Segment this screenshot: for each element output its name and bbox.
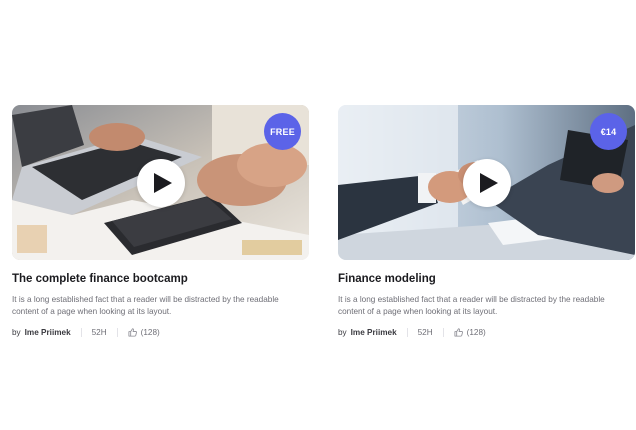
divider xyxy=(406,327,408,337)
price-badge: FREE xyxy=(264,113,301,150)
likes-count: (128) xyxy=(466,327,486,337)
play-button[interactable] xyxy=(462,158,511,207)
likes[interactable]: (128) xyxy=(128,328,160,337)
thumbs-up-icon xyxy=(128,327,137,337)
course-card[interactable]: €14 Finance modeling It is a long establ… xyxy=(338,105,635,338)
course-title[interactable]: The complete finance bootcamp xyxy=(12,272,309,286)
course-thumbnail[interactable]: FREE xyxy=(12,105,309,260)
by-label: by xyxy=(12,327,21,337)
by-label: by xyxy=(338,327,347,337)
course-title[interactable]: Finance modeling xyxy=(338,272,635,286)
course-thumbnail[interactable]: €14 xyxy=(338,105,635,260)
author-name[interactable]: Ime Priimek xyxy=(351,328,397,337)
divider xyxy=(116,327,118,337)
divider xyxy=(442,327,444,337)
course-meta: by Ime Priimek 52H (128) xyxy=(12,326,309,338)
play-icon xyxy=(153,172,172,193)
divider xyxy=(80,327,82,337)
course-description: It is a long established fact that a rea… xyxy=(12,295,279,316)
course-meta: by Ime Priimek 52H (128) xyxy=(338,326,635,338)
likes[interactable]: (128) xyxy=(454,328,486,337)
thumbs-up-icon xyxy=(454,327,463,337)
price-badge: €14 xyxy=(590,113,627,150)
course-description: It is a long established fact that a rea… xyxy=(338,295,605,316)
course-card[interactable]: FREE The complete finance bootcamp It is… xyxy=(12,105,309,338)
play-icon xyxy=(479,172,498,193)
course-duration: 52H xyxy=(417,327,433,337)
likes-count: (128) xyxy=(140,327,160,337)
play-button[interactable] xyxy=(136,158,185,207)
author-name[interactable]: Ime Priimek xyxy=(25,328,71,337)
course-duration: 52H xyxy=(91,327,107,337)
